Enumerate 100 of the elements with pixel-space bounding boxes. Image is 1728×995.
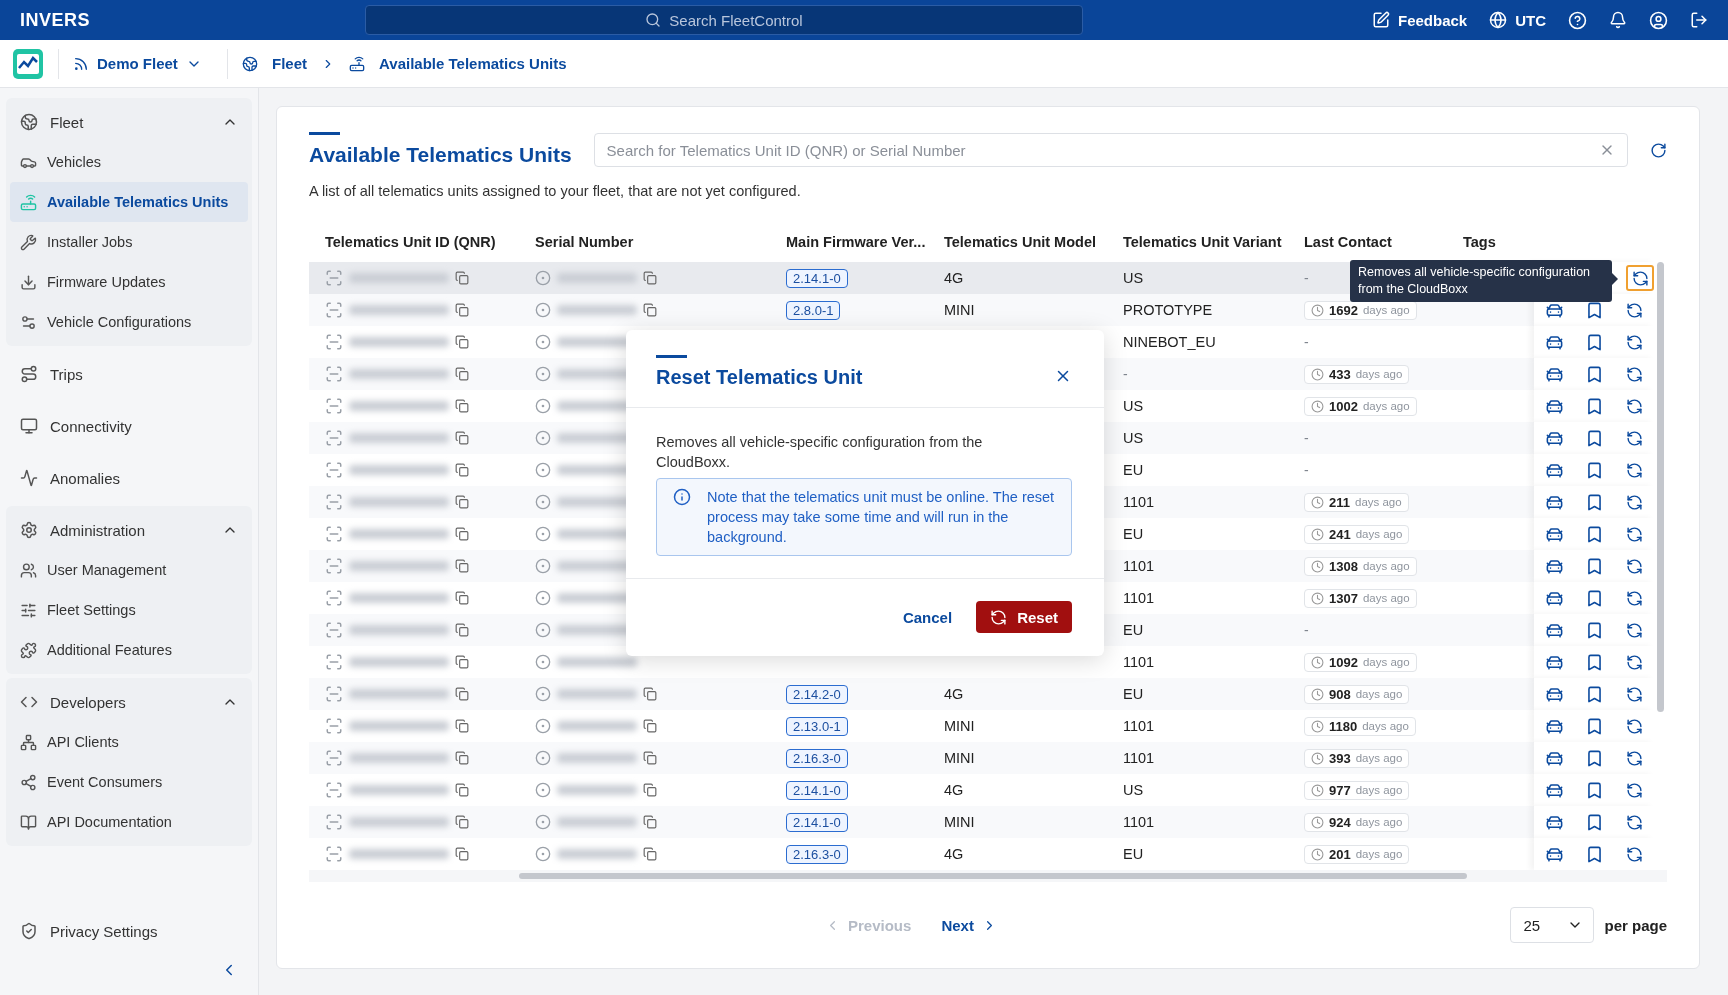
copy-icon[interactable] xyxy=(455,655,469,669)
scan-icon xyxy=(325,365,343,383)
globe-icon xyxy=(20,113,38,131)
copy-icon[interactable] xyxy=(455,495,469,509)
sidebar-section[interactable]: Privacy Settings xyxy=(50,922,238,940)
column-header[interactable]: Telematics Unit ID (QNR) xyxy=(309,233,519,250)
copy-icon[interactable] xyxy=(643,303,657,317)
sidebar-item[interactable]: Firmware Updates xyxy=(10,262,248,302)
sidebar-item[interactable]: Vehicle Configurations xyxy=(10,302,248,342)
sidebar-item[interactable]: Additional Features xyxy=(10,630,248,670)
scan-icon xyxy=(325,813,343,831)
copy-icon[interactable] xyxy=(455,847,469,861)
page-title: Available Telematics Units xyxy=(309,132,572,167)
copy-icon[interactable] xyxy=(455,271,469,285)
firmware-badge: 2.14.1-0 xyxy=(786,268,848,288)
copy-icon[interactable] xyxy=(455,751,469,765)
sidebar-item[interactable]: Event Consumers xyxy=(10,762,248,802)
table-cell: EU xyxy=(1123,686,1144,702)
column-header[interactable]: Tags xyxy=(1447,233,1534,250)
sidebar-item[interactable]: Fleet Settings xyxy=(10,590,248,630)
sidebar-item[interactable]: API Clients xyxy=(10,722,248,762)
reset-icon[interactable] xyxy=(1626,265,1654,291)
cancel-button[interactable]: Cancel xyxy=(896,607,959,627)
copy-icon[interactable] xyxy=(455,623,469,637)
table-cell: 1101 xyxy=(1123,494,1155,510)
copy-icon[interactable] xyxy=(455,687,469,701)
per-page-select[interactable]: 25 xyxy=(1510,907,1595,943)
pulse-icon xyxy=(20,469,38,487)
breadcrumb-link[interactable]: Fleet xyxy=(272,55,307,72)
copy-icon[interactable] xyxy=(455,591,469,605)
search-field[interactable]: Search FleetControl xyxy=(365,5,1083,35)
copy-icon[interactable] xyxy=(643,847,657,861)
globe-icon xyxy=(1489,11,1508,29)
shield-icon xyxy=(20,922,38,940)
bell-icon[interactable] xyxy=(1609,11,1627,29)
copy-icon[interactable] xyxy=(455,527,469,541)
help-icon[interactable] xyxy=(1568,10,1587,30)
copy-icon[interactable] xyxy=(455,719,469,733)
breadcrumb-link[interactable]: Available Telematics Units xyxy=(379,55,567,72)
column-header[interactable]: Telematics Unit Variant xyxy=(1107,233,1288,250)
feedback-button[interactable]: Feedback xyxy=(1371,11,1468,29)
copy-icon[interactable] xyxy=(455,783,469,797)
clock-icon xyxy=(1311,399,1324,413)
copy-icon[interactable] xyxy=(455,399,469,413)
copy-icon[interactable] xyxy=(455,463,469,477)
next-button[interactable]: Next xyxy=(941,916,997,934)
table-cell: EU xyxy=(1123,622,1144,638)
table-cell: US xyxy=(1123,430,1144,446)
copy-icon[interactable] xyxy=(455,367,469,381)
column-header[interactable]: Serial Number xyxy=(519,233,770,250)
logout-icon[interactable] xyxy=(1690,11,1708,29)
copy-icon[interactable] xyxy=(643,271,657,285)
user-icon[interactable] xyxy=(1649,10,1668,30)
sidebar-item[interactable]: Available Telematics Units xyxy=(10,182,248,222)
copy-icon[interactable] xyxy=(643,687,657,701)
table-cell: EU xyxy=(1123,846,1144,862)
scrollbar-thumb[interactable] xyxy=(519,873,1467,879)
table-cell: 1101 xyxy=(1123,814,1155,830)
scrollbar-thumb[interactable] xyxy=(1657,262,1664,712)
copy-icon[interactable] xyxy=(455,303,469,317)
sidebar-item[interactable]: Vehicles xyxy=(10,142,248,182)
sidebar-item[interactable]: User Management xyxy=(10,550,248,590)
scan-icon xyxy=(325,685,343,703)
last-contact-pill: 201 days ago xyxy=(1304,844,1410,864)
copy-icon[interactable] xyxy=(643,751,657,765)
sidebar-section[interactable]: Anomalies xyxy=(50,469,238,487)
sidebar-item[interactable]: API Documentation xyxy=(10,802,248,842)
copy-icon[interactable] xyxy=(643,815,657,829)
book-icon xyxy=(20,813,37,831)
column-header[interactable]: Telematics Unit Model xyxy=(928,233,1107,250)
copy-icon[interactable] xyxy=(455,559,469,573)
copy-icon[interactable] xyxy=(455,431,469,445)
table-cell: 1101 xyxy=(1123,718,1155,734)
sidebar-item[interactable]: Installer Jobs xyxy=(10,222,248,262)
last-contact-pill: 1307 days ago xyxy=(1304,588,1417,608)
scan-icon xyxy=(325,717,343,735)
sidebar-section[interactable]: Developers xyxy=(50,693,210,711)
scan-icon xyxy=(325,333,343,351)
column-header[interactable]: Main Firmware Ver... xyxy=(770,233,928,250)
timezone-button[interactable]: UTC xyxy=(1489,11,1546,29)
sidebar-section[interactable]: Trips xyxy=(50,365,238,383)
fleet-selector[interactable]: Demo Fleet xyxy=(73,55,213,72)
copy-icon[interactable] xyxy=(643,783,657,797)
refresh-icon[interactable] xyxy=(1650,142,1667,159)
sidebar-section[interactable]: Connectivity xyxy=(50,417,238,435)
wrench-icon xyxy=(20,233,37,251)
page-description: A list of all telematics units assigned to your fleet, that are not yet configured. xyxy=(309,183,802,199)
firmware-badge: 2.14.1-0 xyxy=(786,780,848,800)
circle-icon xyxy=(535,846,551,862)
copy-icon[interactable] xyxy=(455,815,469,829)
search-icon xyxy=(645,12,662,28)
firmware-badge: 2.16.3-0 xyxy=(786,748,848,768)
sidebar-section[interactable]: Fleet xyxy=(50,113,210,131)
clock-icon xyxy=(1311,751,1324,765)
reset-button[interactable]: Reset xyxy=(976,601,1072,633)
column-header[interactable]: Last Contact xyxy=(1288,233,1447,250)
copy-icon[interactable] xyxy=(643,719,657,733)
copy-icon[interactable] xyxy=(455,335,469,349)
sidebar-section[interactable]: Administration xyxy=(50,521,210,539)
last-contact-pill: 1180 days ago xyxy=(1304,716,1416,736)
